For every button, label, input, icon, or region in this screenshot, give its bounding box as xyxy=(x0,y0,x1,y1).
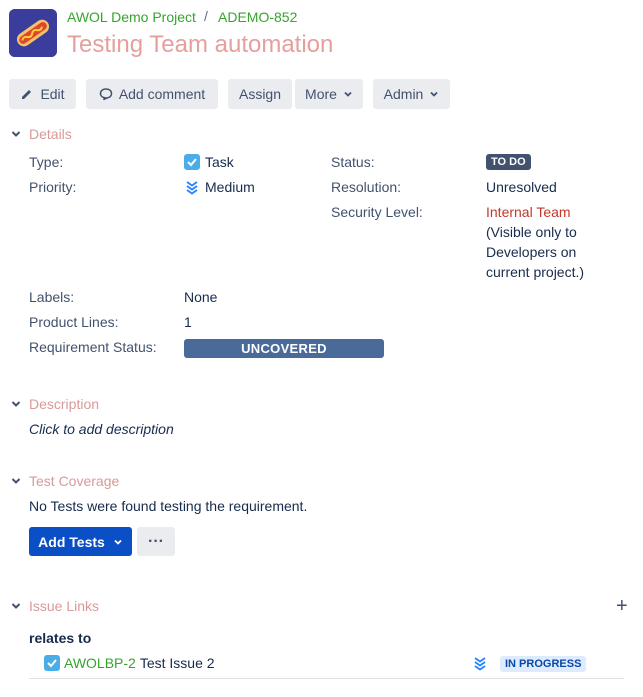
priority-value-text: Medium xyxy=(205,179,255,195)
chevron-down-icon xyxy=(344,91,352,97)
test-coverage-section-title[interactable]: Test Coverage xyxy=(29,472,119,490)
type-value-text: Task xyxy=(205,154,234,170)
resolution-label: Resolution: xyxy=(331,179,402,195)
edit-button-label: Edit xyxy=(40,86,65,102)
security-level-note-1: (Visible only to xyxy=(486,224,577,240)
priority-medium-icon xyxy=(474,657,486,671)
labels-value[interactable]: None xyxy=(184,288,217,306)
security-level-value: Internal Team xyxy=(486,204,571,220)
add-tests-button-label: Add Tests xyxy=(38,533,105,550)
assign-button[interactable]: Assign xyxy=(228,79,292,109)
description-placeholder[interactable]: Click to add description xyxy=(29,420,174,438)
issue-links-section-title[interactable]: Issue Links xyxy=(29,597,99,615)
add-comment-button-label: Add comment xyxy=(118,86,206,102)
security-level-label: Security Level: xyxy=(331,204,423,220)
labels-label: Labels: xyxy=(29,289,75,305)
test-coverage-more-button[interactable]: ··· xyxy=(137,527,175,556)
breadcrumb-issue-key[interactable]: ADEMO-852 xyxy=(218,8,297,26)
link-relation-label: relates to xyxy=(29,630,92,646)
description-section-title[interactable]: Description xyxy=(29,395,99,413)
requirement-status-label: Requirement Status: xyxy=(29,339,157,355)
status-badge[interactable]: TO DO xyxy=(486,154,531,170)
test-coverage-toggle-chevron-icon[interactable] xyxy=(9,474,23,488)
linked-issue-key[interactable]: AWOLBP-2 xyxy=(64,654,136,672)
pencil-icon xyxy=(22,90,32,99)
project-avatar[interactable] xyxy=(9,9,57,57)
admin-button-label: Admin xyxy=(383,86,424,102)
type-label: Type: xyxy=(29,154,64,170)
resolution-value: Unresolved xyxy=(486,179,557,195)
linked-issue-summary[interactable]: Test Issue 2 xyxy=(140,654,215,672)
linked-issue-row: AWOLBP-2 Test Issue 2 xyxy=(44,654,215,672)
product-lines-label: Product Lines: xyxy=(29,314,119,330)
more-button-label: More xyxy=(305,86,337,102)
add-comment-button[interactable]: Add comment xyxy=(86,79,218,109)
test-coverage-message: No Tests were found testing the requirem… xyxy=(29,498,308,514)
more-button[interactable]: More xyxy=(295,79,363,109)
requirement-status-badge: UNCOVERED xyxy=(184,339,384,358)
hotdog-icon xyxy=(9,9,57,57)
priority-medium-icon xyxy=(186,181,198,195)
security-level-note-2: Developers on xyxy=(486,244,577,260)
issue-links-toggle-chevron-icon[interactable] xyxy=(9,599,23,613)
priority-value: Medium xyxy=(184,178,255,196)
admin-button[interactable]: Admin xyxy=(373,79,450,109)
description-toggle-chevron-icon[interactable] xyxy=(9,397,23,411)
linked-issue-status-badge: IN PROGRESS xyxy=(500,656,587,672)
product-lines-value[interactable]: 1 xyxy=(184,313,192,331)
edit-button[interactable]: Edit xyxy=(9,79,76,109)
chevron-down-icon xyxy=(114,539,122,545)
breadcrumb-separator: / xyxy=(204,8,208,24)
task-checkbox-icon xyxy=(44,655,60,671)
breadcrumb-project[interactable]: AWOL Demo Project xyxy=(67,8,196,26)
status-label: Status: xyxy=(331,154,375,170)
chevron-down-icon xyxy=(430,91,438,97)
assign-button-label: Assign xyxy=(238,86,282,102)
page-title[interactable]: Testing Team automation xyxy=(67,30,333,60)
priority-label: Priority: xyxy=(29,179,77,195)
divider xyxy=(29,678,624,679)
task-checkbox-icon xyxy=(184,154,200,170)
add-link-icon[interactable]: + xyxy=(616,596,628,616)
details-section-title[interactable]: Details xyxy=(29,125,72,143)
add-tests-button[interactable]: Add Tests xyxy=(29,527,132,556)
type-value: Task xyxy=(184,153,234,171)
security-level-note-3: current project.) xyxy=(486,264,585,280)
details-toggle-chevron-icon[interactable] xyxy=(9,127,23,141)
comment-icon xyxy=(99,88,113,101)
